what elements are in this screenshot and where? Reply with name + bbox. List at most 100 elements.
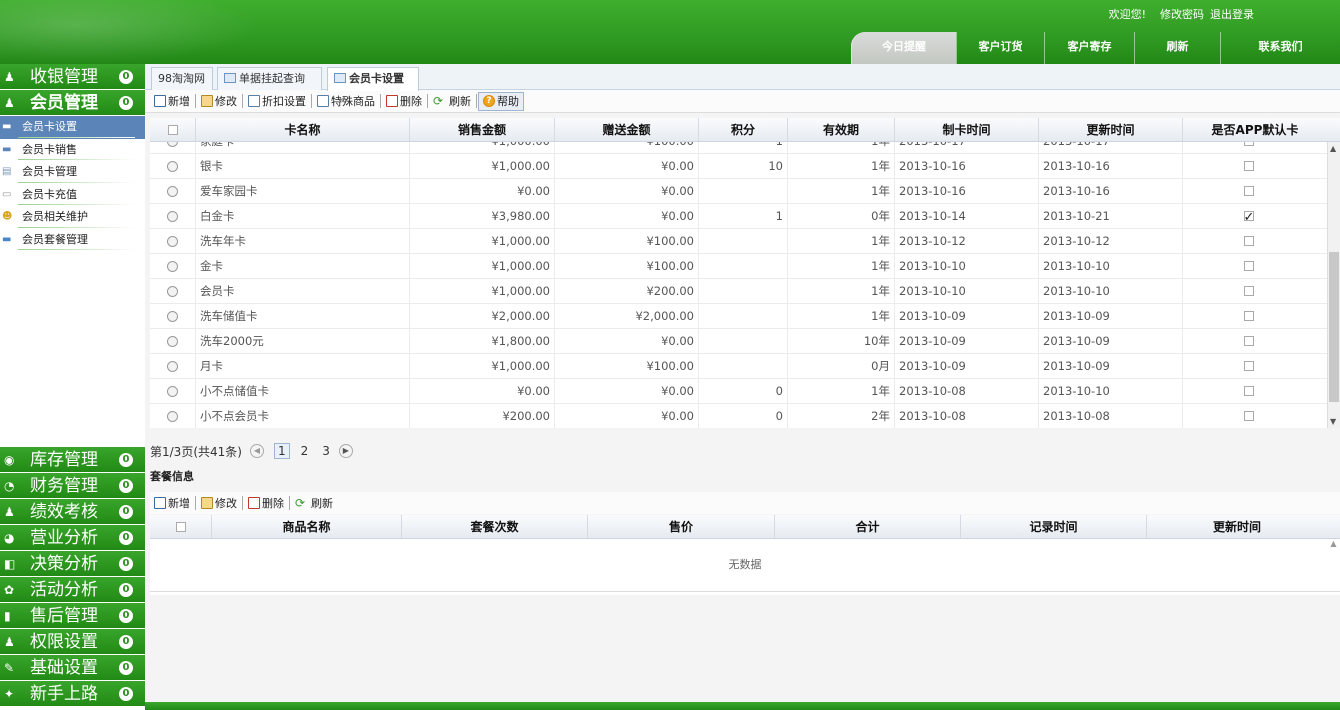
table-row[interactable]: 月卡 ¥1,000.00 ¥100.00 0月 2013-10-09 2013-10-09 bbox=[150, 354, 1340, 379]
table-row[interactable]: 爱车家园卡 ¥0.00 ¥0.00 1年 2013-10-16 2013-10-16 bbox=[150, 179, 1340, 204]
select-all-checkbox[interactable] bbox=[175, 522, 186, 532]
close-icon[interactable]: × bbox=[227, 93, 236, 106]
checkbox-icon[interactable] bbox=[1243, 411, 1254, 421]
tab-today-reminder[interactable]: 今日提醒 bbox=[851, 32, 956, 64]
prev-page-icon[interactable]: ◀ bbox=[249, 444, 264, 458]
tab-contact-us[interactable]: 联系我们 bbox=[1220, 32, 1340, 64]
row-select[interactable] bbox=[150, 304, 196, 328]
menu-group-permissions[interactable]: ♟ 权限设置 0 bbox=[0, 629, 145, 655]
logout-link[interactable]: 退出登录 bbox=[1210, 6, 1254, 22]
table-scrollbar[interactable]: ▲ ▼ bbox=[1327, 142, 1340, 428]
table-row[interactable]: 洗车年卡 ¥1,000.00 ¥100.00 1年 2013-10-12 2013-10-… bbox=[150, 229, 1340, 254]
sidebar-item-package-manage[interactable]: ▬ 会员套餐管理 bbox=[0, 228, 145, 251]
add-button[interactable]: 新增 bbox=[150, 92, 194, 111]
row-select[interactable] bbox=[150, 204, 196, 228]
sidebar-item-card-sales[interactable]: ▬ 会员卡销售 bbox=[0, 138, 145, 161]
checkbox-icon[interactable] bbox=[1243, 336, 1254, 346]
package-refresh-button[interactable]: ⟳ 刷新 bbox=[291, 494, 337, 513]
sidebar-item-card-manage[interactable]: ▤ 会员卡管理 bbox=[0, 161, 145, 184]
close-icon[interactable]: × bbox=[337, 93, 346, 106]
tab-refresh[interactable]: 刷新 bbox=[1134, 32, 1220, 64]
checkbox-icon[interactable] bbox=[1243, 142, 1254, 146]
delete-button[interactable]: 删除 bbox=[382, 92, 426, 111]
col-header[interactable]: 有效期 bbox=[788, 118, 895, 141]
scroll-up-icon[interactable]: ▲ bbox=[1330, 144, 1336, 153]
sidebar-item-card-settings[interactable]: ▬ 会员卡设置 bbox=[0, 116, 145, 139]
select-all-checkbox[interactable] bbox=[167, 125, 178, 135]
table-row[interactable]: 会员卡 ¥1,000.00 ¥200.00 1年 2013-10-10 2013-10-1… bbox=[150, 279, 1340, 304]
table-row[interactable]: 小不点会员卡 ¥200.00 ¥0.00 0 2年 2013-10-08 2013-10-0… bbox=[150, 404, 1340, 428]
col-header[interactable]: 记录时间 bbox=[961, 515, 1147, 538]
checkbox-icon[interactable] bbox=[1243, 311, 1254, 321]
checkbox-icon[interactable] bbox=[1243, 206, 1254, 228]
package-edit-button[interactable]: 修改 bbox=[197, 494, 241, 513]
sidebar-item-member-maintenance[interactable]: ☻ 会员相关维护 bbox=[0, 206, 145, 229]
table-row[interactable]: 金卡 ¥1,000.00 ¥100.00 1年 2013-10-10 2013-10-10 bbox=[150, 254, 1340, 279]
row-select[interactable] bbox=[150, 154, 196, 178]
checkbox-icon[interactable] bbox=[1243, 286, 1254, 296]
row-select[interactable] bbox=[150, 404, 196, 428]
tab-customer-order[interactable]: 客户订货 bbox=[956, 32, 1044, 64]
scroll-up-icon[interactable]: ▲ bbox=[1327, 539, 1340, 591]
col-header[interactable]: 更新时间 bbox=[1039, 118, 1183, 141]
checkbox-icon[interactable] bbox=[1243, 386, 1254, 396]
scroll-down-icon[interactable]: ▼ bbox=[1330, 417, 1336, 426]
checkbox-icon[interactable] bbox=[1243, 361, 1254, 371]
row-select[interactable] bbox=[150, 179, 196, 203]
package-add-button[interactable]: 新增 bbox=[150, 494, 194, 513]
page-1[interactable]: 1 bbox=[273, 443, 290, 459]
row-select[interactable] bbox=[150, 279, 196, 303]
col-header[interactable]: 制卡时间 bbox=[895, 118, 1039, 141]
checkbox-icon[interactable] bbox=[1243, 186, 1254, 196]
row-select[interactable] bbox=[150, 379, 196, 403]
menu-group-activity-analysis[interactable]: ✿ 活动分析 0 bbox=[0, 577, 145, 603]
menu-group-performance[interactable]: ♟ 绩效考核 0 bbox=[0, 499, 145, 525]
tab-customer-storage[interactable]: 客户寄存 bbox=[1044, 32, 1134, 64]
col-header[interactable]: 更新时间 bbox=[1147, 515, 1327, 538]
table-row[interactable]: 小不点储值卡 ¥0.00 ¥0.00 0 1年 2013-10-08 2013-10-10 bbox=[150, 379, 1340, 404]
menu-group-inventory[interactable]: ◉ 库存管理 0 bbox=[0, 447, 145, 473]
scroll-thumb[interactable] bbox=[1329, 252, 1339, 402]
change-password-link[interactable]: 修改密码 bbox=[1160, 6, 1204, 22]
sidebar-item-card-recharge[interactable]: ▭ 会员卡充值 bbox=[0, 183, 145, 206]
col-header[interactable]: 赠送金额 bbox=[555, 118, 699, 141]
checkbox-icon[interactable] bbox=[1243, 161, 1254, 171]
col-header[interactable]: 卡名称 bbox=[196, 118, 410, 141]
col-header[interactable]: 是否APP默认卡 bbox=[1183, 118, 1327, 141]
menu-group-finance[interactable]: ◔ 财务管理 0 bbox=[0, 473, 145, 499]
checkbox-icon[interactable] bbox=[1243, 261, 1254, 271]
row-select[interactable] bbox=[150, 229, 196, 253]
discount-settings-button[interactable]: 折扣设置 bbox=[244, 92, 310, 111]
row-select[interactable] bbox=[150, 254, 196, 278]
menu-group-getting-started[interactable]: ✦ 新手上路 0 bbox=[0, 681, 145, 707]
col-header[interactable]: 销售金额 bbox=[410, 118, 555, 141]
table-row[interactable]: 白金卡 ¥3,980.00 ¥0.00 1 0年 2013-10-14 2013-10-21 bbox=[150, 204, 1340, 229]
table-row[interactable]: 洗车2000元 ¥1,800.00 ¥0.00 10年 2013-10-09 2013-1… bbox=[150, 329, 1340, 354]
menu-group-member[interactable]: ♟ 会员管理 0 bbox=[0, 90, 145, 116]
col-header[interactable]: 商品名称 bbox=[212, 515, 402, 538]
refresh-button[interactable]: ⟳ 刷新 bbox=[429, 92, 475, 111]
col-header[interactable]: 积分 bbox=[699, 118, 788, 141]
row-select[interactable] bbox=[150, 329, 196, 353]
page-2[interactable]: 2 bbox=[298, 444, 312, 458]
package-delete-button[interactable]: 删除 bbox=[244, 494, 288, 513]
table-row[interactable]: 家庭卡 ¥1,000.00 ¥100.00 1 1年 2013-10-17 20… bbox=[150, 142, 1340, 154]
row-select[interactable] bbox=[150, 142, 196, 153]
menu-group-business-analysis[interactable]: ◕ 营业分析 0 bbox=[0, 525, 145, 551]
tab-98taotao[interactable]: 98淘淘网 bbox=[151, 67, 213, 90]
tab-card-settings[interactable]: 会员卡设置× bbox=[327, 67, 419, 106]
page-3[interactable]: 3 bbox=[319, 444, 333, 458]
menu-group-basic-settings[interactable]: ✎ 基础设置 0 bbox=[0, 655, 145, 681]
menu-group-cashier[interactable]: ♟ 收银管理 0 bbox=[0, 64, 145, 90]
help-button[interactable]: ? 帮助 bbox=[478, 91, 524, 111]
col-header[interactable]: 套餐次数 bbox=[402, 515, 588, 538]
col-header[interactable]: 售价 bbox=[588, 515, 775, 538]
tab-suspended-query[interactable]: 单据挂起查询× bbox=[217, 67, 322, 106]
checkbox-icon[interactable] bbox=[1243, 236, 1254, 246]
menu-group-after-sales[interactable]: ▮ 售后管理 0 bbox=[0, 603, 145, 629]
next-page-icon[interactable]: ▶ bbox=[338, 444, 353, 458]
col-header[interactable]: 合计 bbox=[775, 515, 961, 538]
row-select[interactable] bbox=[150, 354, 196, 378]
table-row[interactable]: 银卡 ¥1,000.00 ¥0.00 10 1年 2013-10-16 2013-10-16 bbox=[150, 154, 1340, 179]
menu-group-decision-analysis[interactable]: ◧ 决策分析 0 bbox=[0, 551, 145, 577]
